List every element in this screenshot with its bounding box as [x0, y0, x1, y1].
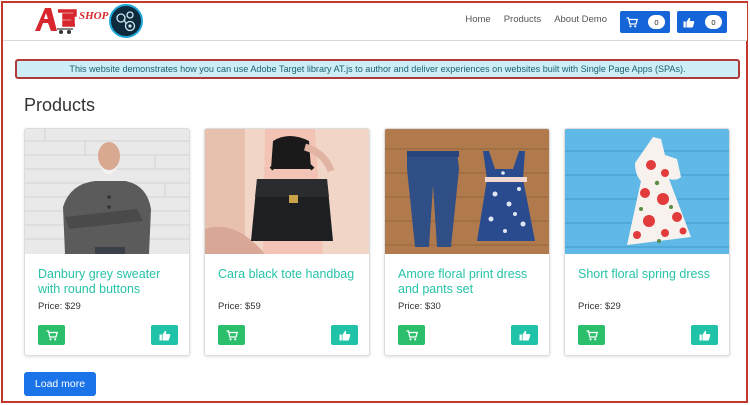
add-to-cart-button[interactable]	[38, 325, 65, 345]
cart-count-badge: 0	[648, 15, 665, 29]
like-count-badge: 0	[705, 15, 722, 29]
nav-about-demo[interactable]: About Demo	[554, 14, 607, 25]
main-nav: Home Products About Demo	[465, 14, 607, 25]
info-banner: This website demonstrates how you can us…	[15, 59, 740, 79]
product-image[interactable]	[205, 129, 370, 254]
thumbs-up-icon	[519, 330, 530, 340]
thumbs-up-icon	[683, 17, 695, 27]
shopping-cart-icon	[226, 329, 238, 340]
shopping-cart-icon	[406, 329, 418, 340]
like-button[interactable]	[691, 325, 718, 345]
logo-text: SHOP	[79, 10, 109, 22]
site-logo[interactable]: SHOP	[31, 5, 109, 35]
like-button[interactable]	[511, 325, 538, 345]
load-more-button[interactable]: Load more	[24, 372, 96, 396]
thumbs-up-icon	[159, 330, 170, 340]
shopping-cart-icon	[586, 329, 598, 340]
add-to-cart-button[interactable]	[398, 325, 425, 345]
product-name[interactable]: Cara black tote handbag	[218, 267, 364, 282]
shopping-cart-icon	[46, 329, 58, 340]
add-to-cart-button[interactable]	[578, 325, 605, 345]
product-card[interactable]: Amore floral print dress and pants set P…	[384, 128, 550, 356]
product-name[interactable]: Amore floral print dress and pants set	[398, 267, 544, 297]
product-price: Price: $29	[38, 301, 81, 312]
add-to-cart-button[interactable]	[218, 325, 245, 345]
nav-home[interactable]: Home	[465, 14, 490, 25]
shopping-cart-icon	[626, 16, 638, 27]
product-card[interactable]: Cara black tote handbag Price: $59	[204, 128, 370, 356]
product-image[interactable]	[25, 129, 190, 254]
like-button[interactable]	[151, 325, 178, 345]
page-title: Products	[24, 95, 96, 115]
product-price: Price: $29	[578, 301, 621, 312]
brand-badge-icon	[109, 4, 143, 38]
product-image[interactable]	[385, 129, 550, 254]
product-name[interactable]: Short floral spring dress	[578, 267, 724, 282]
product-name[interactable]: Danbury grey sweater with round buttons	[38, 267, 184, 297]
header-like-button[interactable]: 0	[677, 11, 727, 33]
product-card[interactable]: Danbury grey sweater with round buttons …	[24, 128, 190, 356]
like-button[interactable]	[331, 325, 358, 345]
product-price: Price: $59	[218, 301, 261, 312]
thumbs-up-icon	[339, 330, 350, 340]
nav-products[interactable]: Products	[504, 14, 542, 25]
product-image[interactable]	[565, 129, 730, 254]
header-cart-button[interactable]: 0	[620, 11, 670, 33]
site-header: SHOP Home Products About Demo 0 0	[3, 3, 747, 41]
product-card[interactable]: Short floral spring dress Price: $29	[564, 128, 730, 356]
thumbs-up-icon	[699, 330, 710, 340]
product-price: Price: $30	[398, 301, 441, 312]
